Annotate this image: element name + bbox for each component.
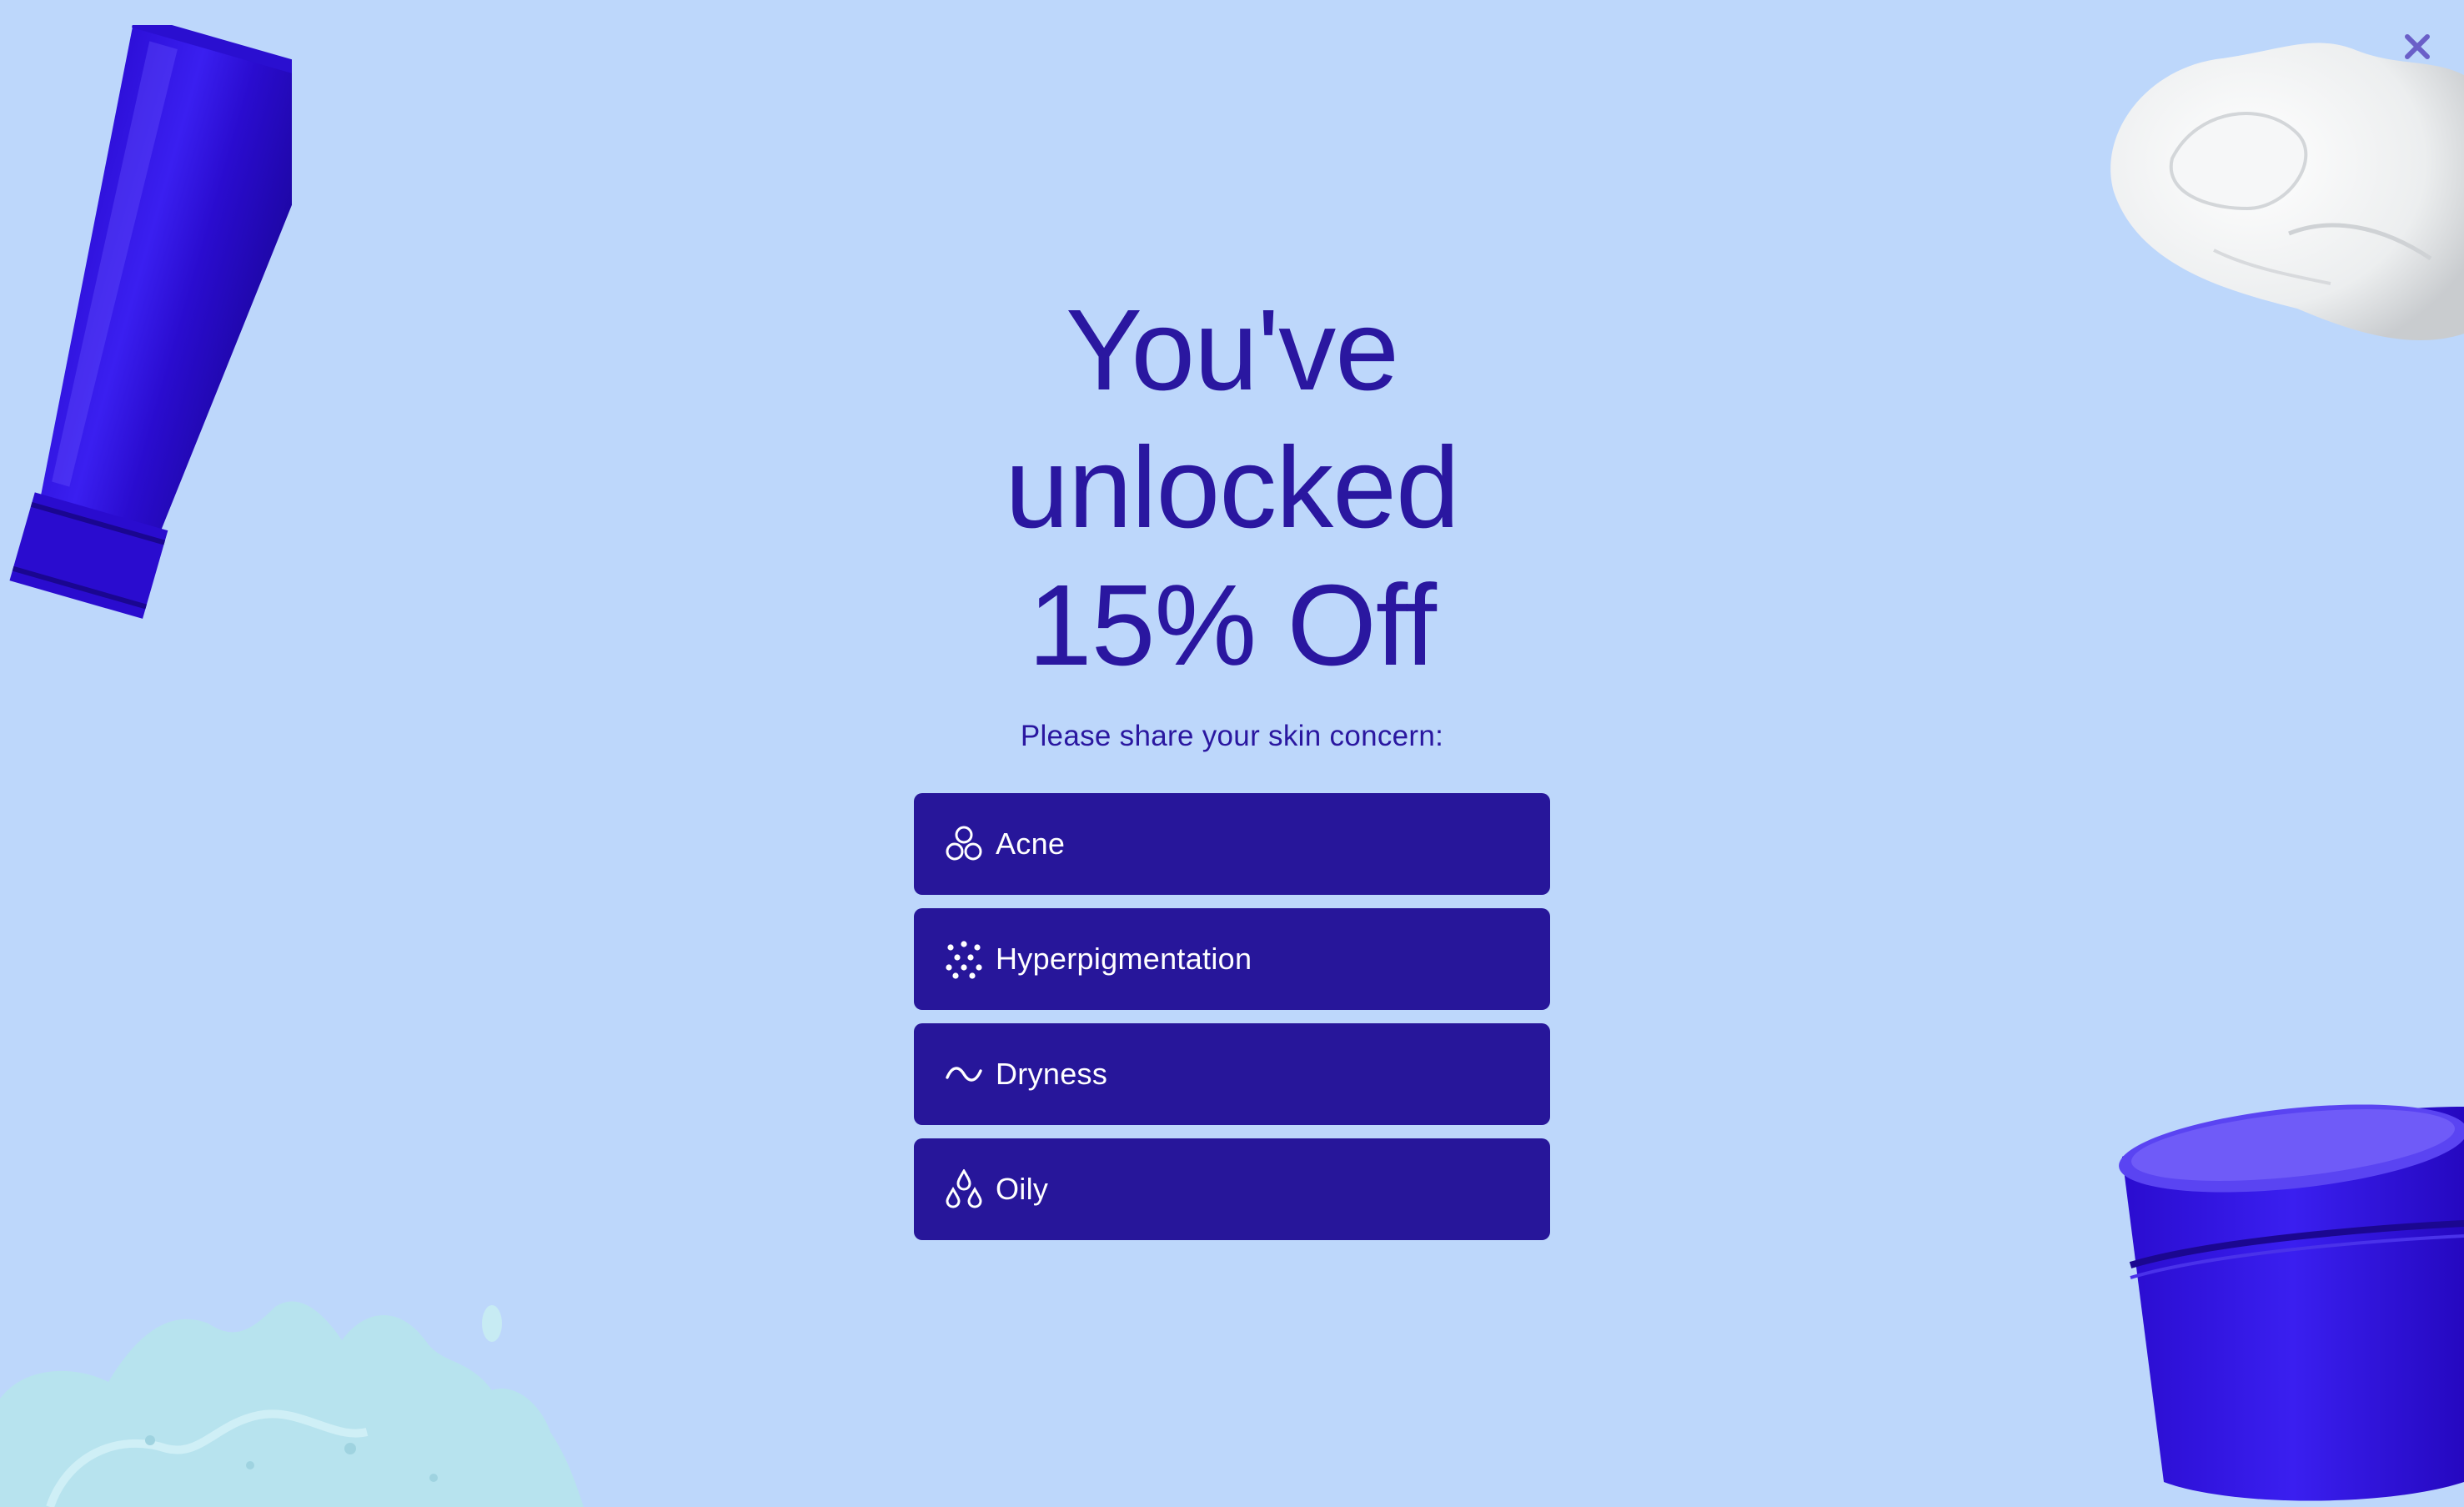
- popup-headline: You've unlocked 15% Off: [0, 282, 2464, 695]
- gel-splash-image: [0, 1290, 584, 1507]
- dots-icon: [942, 937, 986, 981]
- wave-icon: [942, 1052, 986, 1096]
- droplets-icon: [942, 1168, 986, 1211]
- option-label: Oily: [996, 1172, 1049, 1206]
- option-label: Acne: [996, 826, 1066, 861]
- headline-line: You've: [1066, 286, 1399, 414]
- headline-line: unlocked: [1005, 424, 1459, 552]
- option-hyperpigmentation-button[interactable]: Hyperpigmentation: [914, 908, 1550, 1010]
- popup-overlay: You've unlocked 15% Off Please share you…: [0, 0, 2464, 1507]
- popup-content: You've unlocked 15% Off Please share you…: [0, 282, 2464, 1253]
- option-label: Hyperpigmentation: [996, 942, 1252, 976]
- headline-line: 15% Off: [1027, 561, 1437, 690]
- option-label: Dryness: [996, 1057, 1108, 1091]
- close-icon: [2405, 34, 2430, 59]
- skin-concern-options: Acne Hyperpigmentation Dryness Oily: [914, 793, 1550, 1240]
- circles-icon: [942, 822, 986, 866]
- option-oily-button[interactable]: Oily: [914, 1138, 1550, 1240]
- close-button[interactable]: [2399, 28, 2436, 65]
- option-dryness-button[interactable]: Dryness: [914, 1023, 1550, 1125]
- popup-subtitle: Please share your skin concern:: [1020, 720, 1444, 752]
- option-acne-button[interactable]: Acne: [914, 793, 1550, 895]
